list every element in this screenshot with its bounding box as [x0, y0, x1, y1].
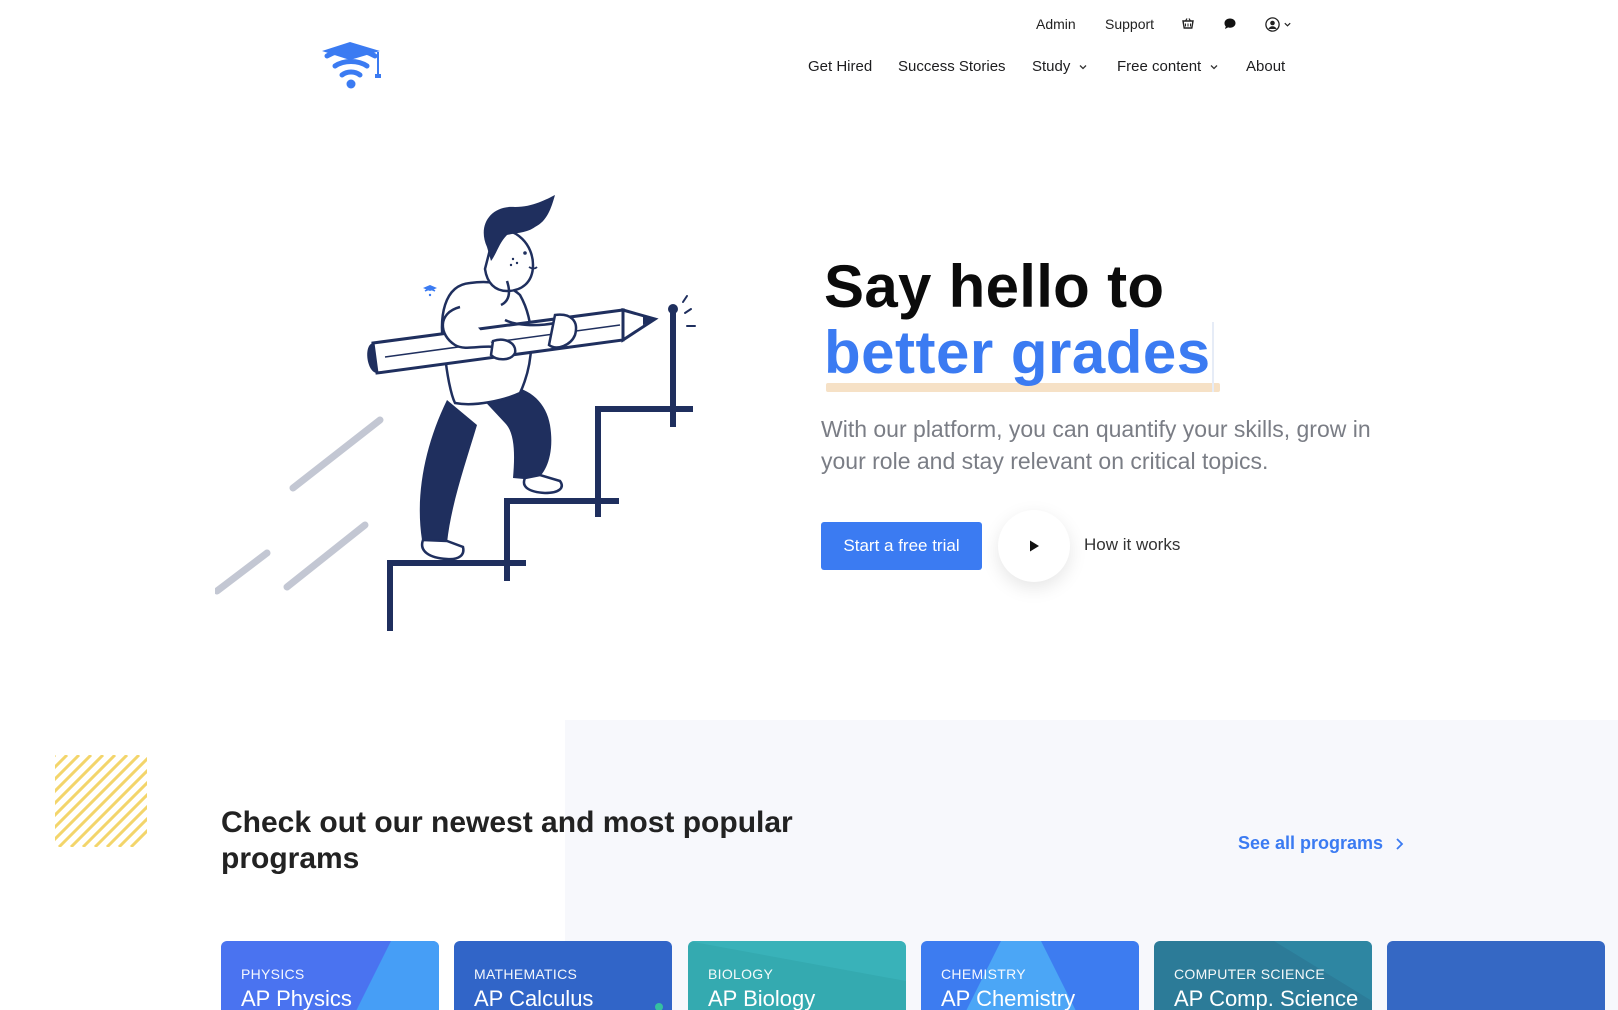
user-icon	[1265, 16, 1280, 32]
program-card-more[interactable]	[1387, 941, 1605, 1010]
chevron-right-icon	[1396, 837, 1404, 850]
card-category: COMPUTER SCIENCE	[1174, 966, 1326, 982]
card-category: PHYSICS	[241, 966, 305, 982]
graduation-wifi-logo-icon	[322, 42, 381, 89]
chevron-down-icon	[1079, 64, 1087, 69]
program-card-physics[interactable]: PHYSICS AP Physics	[221, 941, 439, 1010]
nav-item-success-stories[interactable]: Success Stories	[898, 58, 1006, 75]
nav-item-label: Free content	[1117, 58, 1202, 75]
logo[interactable]	[320, 40, 384, 94]
programs-title: Check out our newest and most popular pr…	[221, 806, 793, 875]
hero-subtitle: With our platform, you can quantify your…	[821, 416, 1371, 474]
user-menu[interactable]	[1265, 16, 1299, 32]
play-video-button[interactable]	[998, 510, 1070, 582]
card-title: AP Calculus	[474, 986, 594, 1010]
card-category: CHEMISTRY	[941, 966, 1026, 982]
play-icon	[1030, 540, 1039, 552]
page: Admin Support Get Hired Success Stories …	[0, 0, 1618, 1010]
card-title: AP Biology	[708, 986, 816, 1010]
card-category: BIOLOGY	[708, 966, 774, 982]
decorative-stripes	[55, 755, 147, 847]
program-card-chemistry[interactable]: CHEMISTRY AP Chemistry	[921, 941, 1139, 1010]
see-all-label: See all programs	[1238, 833, 1384, 853]
nav-item-label: About	[1246, 58, 1286, 75]
hero-title-line1: Say hello to	[824, 253, 1165, 320]
nav-item-get-hired[interactable]: Get Hired	[808, 58, 872, 75]
card-title: AP Physics	[241, 986, 352, 1010]
program-card-mathematics[interactable]: MATHEMATICS AP Calculus	[454, 941, 672, 1010]
admin-link[interactable]: Admin	[1036, 16, 1076, 32]
nav-item-label: Get Hired	[808, 58, 873, 75]
card-title: AP Chemistry	[941, 986, 1076, 1010]
program-card-computer-science[interactable]: COMPUTER SCIENCE AP Comp. Science	[1154, 941, 1372, 1010]
chevron-down-icon	[1210, 64, 1218, 69]
nav-item-about[interactable]: About	[1246, 58, 1285, 75]
program-card-biology[interactable]: BIOLOGY AP Biology	[688, 941, 906, 1010]
chevron-down-icon	[1284, 22, 1291, 27]
nav-item-label: Study	[1032, 58, 1071, 75]
chat-icon[interactable]	[1222, 16, 1238, 32]
nav-item-label: Success Stories	[898, 58, 1006, 75]
cart-icon[interactable]	[1180, 16, 1196, 32]
text-caret	[1212, 322, 1214, 392]
nav-item-free-content[interactable]: Free content	[1117, 58, 1219, 75]
nav-item-study[interactable]: Study	[1032, 58, 1088, 75]
card-category: MATHEMATICS	[474, 966, 578, 982]
start-free-trial-button[interactable]: Start a free trial	[821, 522, 982, 570]
how-it-works-link[interactable]: How it works	[1084, 535, 1180, 555]
hero-illustration	[213, 195, 705, 635]
card-title: AP Comp. Science	[1174, 986, 1359, 1010]
see-all-programs-link[interactable]: See all programs	[1238, 833, 1404, 854]
support-link[interactable]: Support	[1105, 16, 1154, 32]
hero-title-line2: better grades	[824, 319, 1211, 386]
